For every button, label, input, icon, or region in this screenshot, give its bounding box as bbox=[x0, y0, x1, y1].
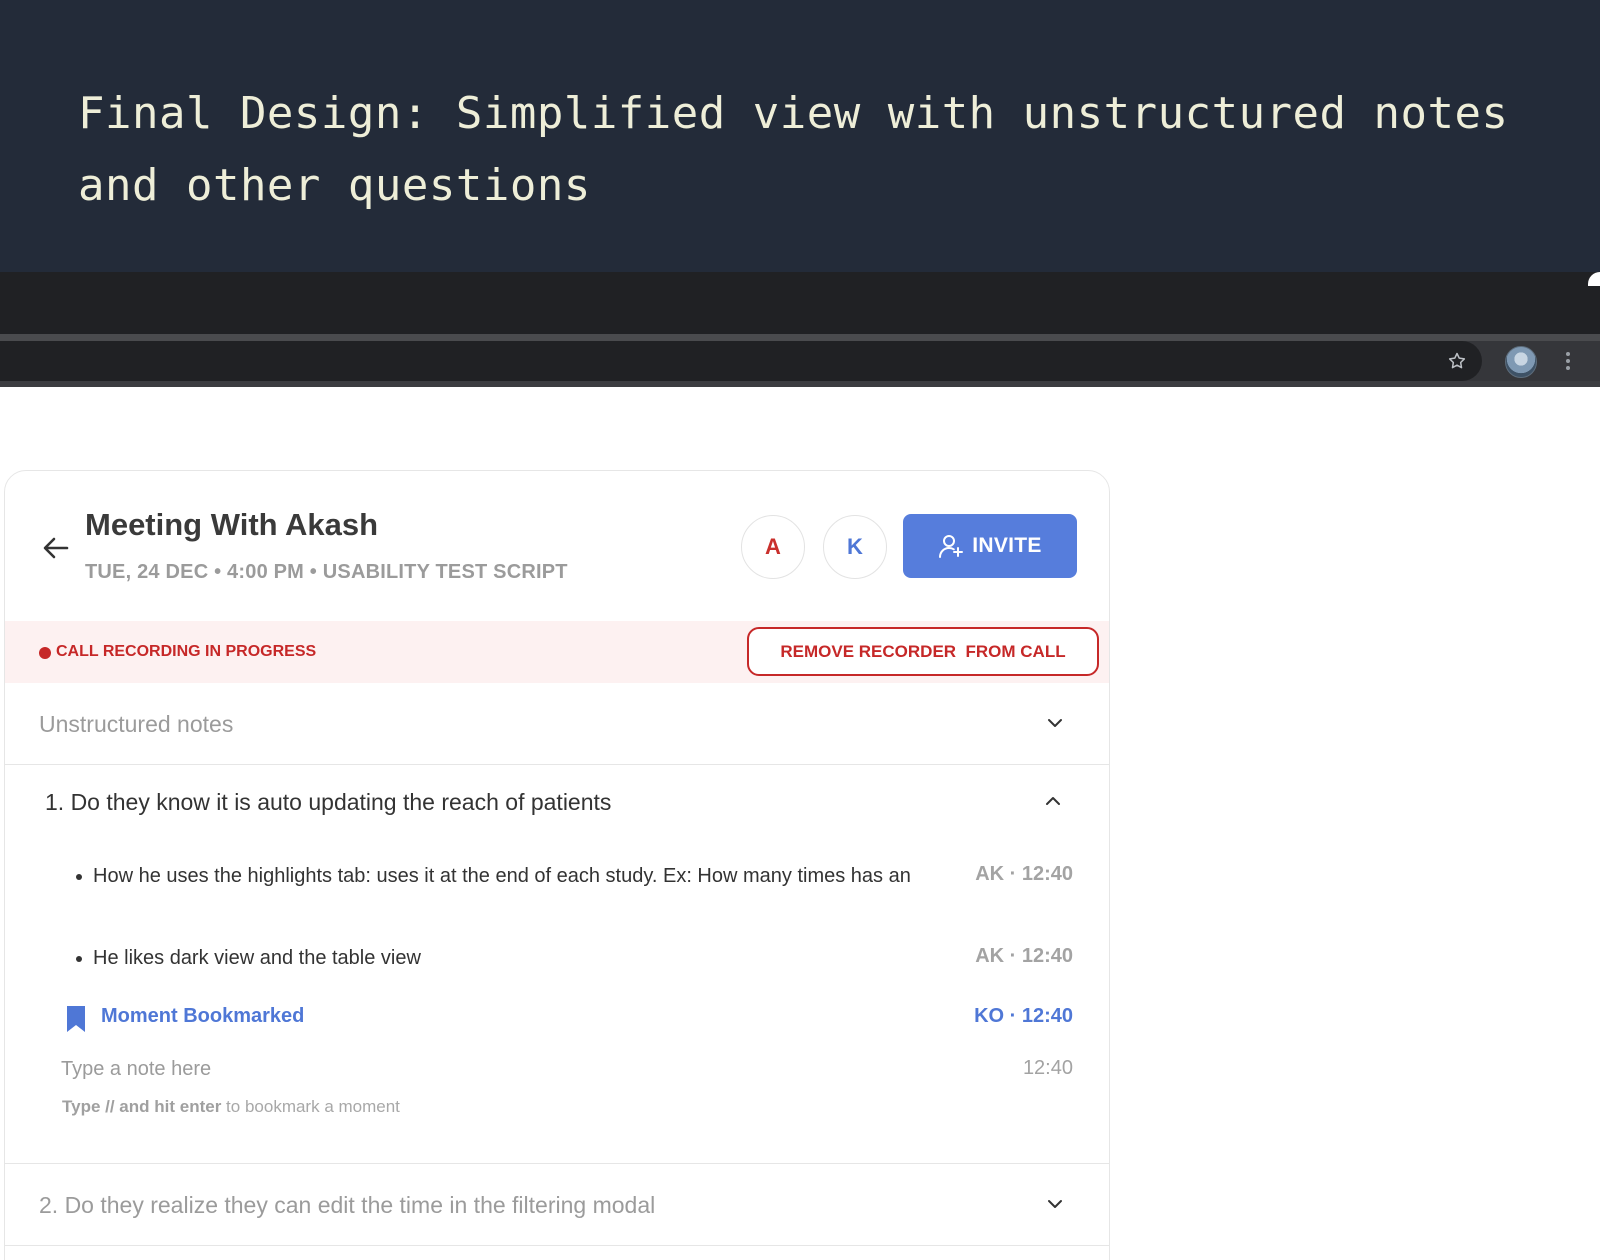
section-unstructured-notes[interactable]: Unstructured notes bbox=[5, 683, 1109, 765]
participant-avatar-k[interactable]: K bbox=[823, 515, 887, 579]
address-bar[interactable] bbox=[0, 341, 1482, 381]
invite-button[interactable]: INVITE bbox=[903, 514, 1077, 578]
invite-label: INVITE bbox=[972, 534, 1042, 557]
section-question-2[interactable]: 2. Do they realize they can edit the tim… bbox=[5, 1164, 1109, 1246]
note-meta: AK · 12:40 bbox=[975, 945, 1073, 967]
note-item: How he uses the highlights tab: uses it … bbox=[73, 861, 943, 891]
header-banner: Final Design: Simplified view with unstr… bbox=[0, 0, 1600, 272]
bookmark-label[interactable]: Moment Bookmarked bbox=[101, 1005, 304, 1028]
browser-tab-strip bbox=[0, 272, 1600, 334]
participant-avatar-a[interactable]: A bbox=[741, 515, 805, 579]
remove-recorder-button[interactable]: REMOVE RECORDER FROM CALL bbox=[747, 627, 1099, 676]
add-person-icon bbox=[939, 535, 964, 558]
more-vert-icon[interactable] bbox=[1560, 348, 1576, 374]
toolbar-bottom-edge bbox=[0, 381, 1600, 387]
note-input[interactable] bbox=[61, 1051, 921, 1087]
question-2-title: 2. Do they realize they can edit the tim… bbox=[39, 1192, 656, 1218]
recording-banner: CALL RECORDING IN PROGRESS REMOVE RECORD… bbox=[5, 621, 1109, 683]
banner-title: Final Design: Simplified view with unstr… bbox=[78, 88, 1509, 211]
recording-dot-icon bbox=[39, 647, 51, 659]
recording-status: CALL RECORDING IN PROGRESS bbox=[56, 643, 317, 660]
bookmark-hint: Type // and hit enter to bookmark a mome… bbox=[62, 1097, 400, 1117]
note-input-time: 12:40 bbox=[1022, 1057, 1073, 1079]
question-1-title[interactable]: 1. Do they know it is auto updating the … bbox=[45, 789, 611, 816]
chevron-down-icon[interactable] bbox=[1045, 1194, 1065, 1214]
profile-avatar[interactable] bbox=[1505, 346, 1537, 378]
note-meta: AK · 12:40 bbox=[975, 863, 1073, 885]
chevron-down-icon[interactable] bbox=[1045, 713, 1065, 733]
meeting-title: Meeting With Akash bbox=[85, 507, 379, 542]
bookmark-meta: KO · 12:40 bbox=[974, 1005, 1073, 1027]
browser-divider bbox=[0, 334, 1600, 341]
section-label: Unstructured notes bbox=[39, 711, 234, 737]
note-item: He likes dark view and the table view bbox=[73, 943, 943, 973]
chevron-up-icon[interactable] bbox=[1043, 791, 1063, 811]
meeting-card: Meeting With Akash TUE, 24 DEC • 4:00 PM… bbox=[4, 470, 1110, 1260]
meeting-subtitle: TUE, 24 DEC • 4:00 PM • USABILITY TEST S… bbox=[85, 561, 568, 583]
hint-bold: Type // and hit enter bbox=[62, 1097, 222, 1116]
bookmark-icon bbox=[67, 1006, 85, 1032]
star-icon[interactable] bbox=[1444, 348, 1470, 374]
back-arrow-icon[interactable] bbox=[41, 533, 71, 563]
hint-rest: to bookmark a moment bbox=[221, 1097, 400, 1116]
